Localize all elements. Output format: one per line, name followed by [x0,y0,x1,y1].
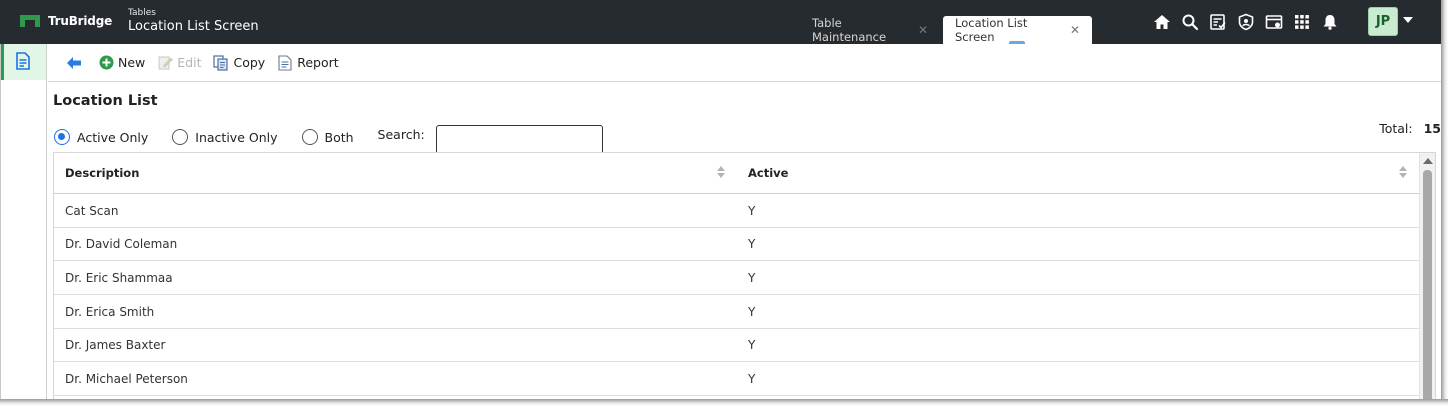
cell-active: Y [748,203,756,218]
cell-description: Dr. Erica Smith [65,304,155,319]
table-body: Cat Scan Y Dr. David Coleman Y Dr. Eric … [54,194,1420,397]
cell-description: Dr. Michael Peterson [65,371,188,386]
radio-button[interactable] [172,129,189,145]
copy-icon [213,54,229,71]
toolbar: New Edit Copy Report [48,44,1441,82]
window-shadow-bottom [0,399,1448,406]
edit-button[interactable]: Edit [157,51,201,75]
rail-item-documents[interactable] [0,44,46,80]
tab-label: Location List Screen [955,16,1028,44]
search-input[interactable] [435,125,603,155]
section-label: Tables [128,8,156,18]
back-arrow-icon [66,55,82,71]
tab-location-list-screen[interactable]: Location List Screen ✕ [943,16,1092,44]
back-button[interactable] [66,51,82,75]
report-button[interactable]: Report [277,51,339,75]
radio-button-checked[interactable] [54,129,70,145]
close-icon[interactable]: ✕ [1070,23,1080,37]
new-button[interactable]: New [98,51,145,75]
window-shadow-right [1441,0,1448,406]
shield-icon[interactable] [1235,11,1256,32]
radio-active-only[interactable]: Active Only [54,129,148,145]
header-actions [1151,11,1340,32]
checklist-icon[interactable] [1207,11,1228,32]
radio-button[interactable] [301,129,318,145]
cell-description: Dr. Eric Shammaa [65,270,173,285]
cell-active: Y [748,371,756,386]
table-row[interactable]: Dr. David Coleman Y [54,228,1420,262]
brand-logo[interactable]: TruBridge [20,14,112,28]
report-icon [277,54,293,71]
home-icon[interactable] [1151,11,1172,32]
top-bar: TruBridge Tables Location List Screen Ta… [0,0,1441,44]
left-rail [0,44,47,402]
trubridge-logo-icon [20,15,40,27]
table-row[interactable]: Dr. James Baxter Y [54,329,1420,363]
table-row[interactable]: Dr. Michael Peterson Y [54,362,1420,397]
column-header-active[interactable]: Active [748,153,1408,193]
cell-description: Dr. James Baxter [65,338,166,353]
table-row[interactable]: Cat Scan Y [54,194,1420,228]
scrollbar-thumb[interactable] [1423,170,1432,402]
copy-button[interactable]: Copy [213,51,265,75]
bell-icon[interactable] [1319,11,1340,32]
calendar-icon[interactable] [1263,11,1284,32]
cell-active: Y [748,338,756,353]
document-icon [15,51,31,73]
main-content: Location List Active Only Inactive Only … [48,83,1441,402]
table-row[interactable]: Dr. Eric Shammaa Y [54,261,1420,296]
screen-heading: Tables Location List Screen [128,8,259,35]
status-filter: Active Only Inactive Only Both Search: [54,119,603,155]
brand-name: TruBridge [48,14,113,28]
search-label: Search: [377,126,425,142]
new-label: New [118,55,146,70]
tab-label: Table Maintenance [812,16,887,44]
column-header-description[interactable]: Description [65,153,729,193]
column-label: Description [65,166,140,180]
radio-label: Active Only [77,129,149,145]
cell-active: Y [748,270,756,285]
tab-table-maintenance[interactable]: Table Maintenance ✕ [800,16,940,44]
vertical-scrollbar[interactable] [1419,153,1435,402]
table-header: Description Active [54,153,1420,194]
sort-icon[interactable] [1399,166,1407,180]
radio-both[interactable]: Both [301,129,354,145]
table-row[interactable]: Dr. Erica Smith Y [54,295,1420,329]
copy-label: Copy [233,55,266,70]
radio-label: Both [324,129,354,145]
plus-circle-icon [98,55,114,71]
page-title: Location List [53,93,158,109]
window-border [0,44,1,399]
report-label: Report [297,55,339,70]
close-icon[interactable]: ✕ [918,23,928,37]
total-count: 15 [1423,121,1441,136]
chevron-down-icon[interactable] [1403,17,1413,23]
scroll-up-arrow-icon[interactable] [1423,158,1433,164]
total-count-display: Total: 15 [1379,121,1441,136]
cell-active: Y [748,237,756,252]
cell-description: Dr. David Coleman [65,237,178,252]
cell-description: Cat Scan [65,203,119,218]
radio-inactive-only[interactable]: Inactive Only [172,129,278,145]
cell-active: Y [748,304,756,319]
apps-grid-icon[interactable] [1291,11,1312,32]
total-label: Total: [1379,121,1413,136]
user-avatar[interactable]: JP [1368,7,1398,36]
column-label: Active [748,166,789,180]
search-icon[interactable] [1179,11,1200,32]
sort-icon[interactable] [717,166,725,180]
location-table: Description Active Cat Scan Y Dr. David … [53,152,1436,402]
edit-label: Edit [177,55,202,70]
screen-title: Location List Screen [128,19,259,34]
radio-label: Inactive Only [195,129,278,145]
edit-icon [157,55,173,71]
